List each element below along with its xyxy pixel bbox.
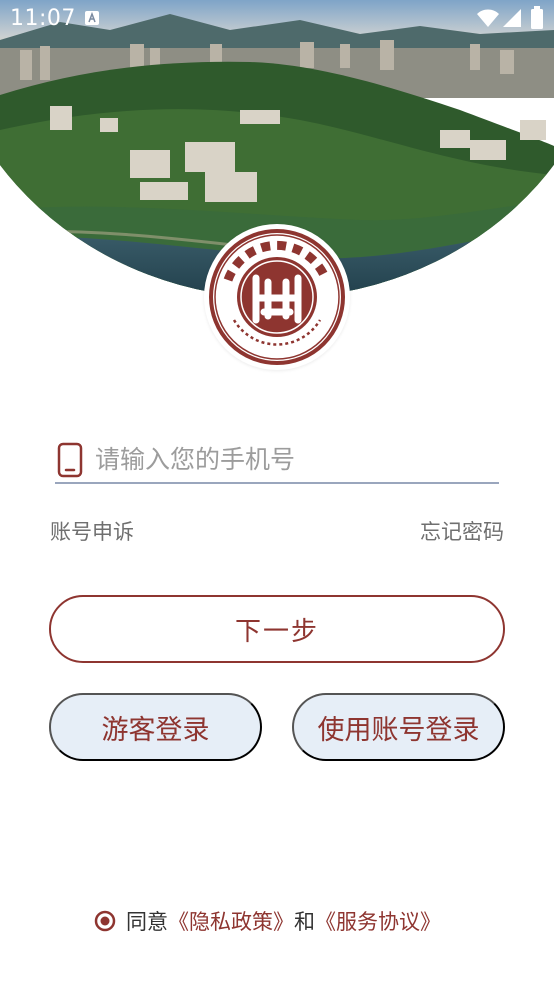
seal-icon (209, 229, 345, 365)
forgot-password-link[interactable]: 忘记密码 (420, 516, 504, 546)
guest-login-button[interactable]: 游客登录 (49, 693, 262, 761)
privacy-policy-link[interactable]: 《隐私政策》 (168, 906, 294, 936)
next-step-button[interactable]: 下一步 (49, 595, 505, 663)
agreement-row: 同意 《隐私政策》 和 《服务协议》 (94, 906, 441, 936)
wifi-icon (477, 9, 499, 27)
service-agreement-link[interactable]: 《服务协议》 (315, 906, 441, 936)
university-logo (204, 224, 350, 370)
radio-checked-icon[interactable] (94, 910, 116, 932)
notification-icon (85, 11, 99, 25)
account-login-button[interactable]: 使用账号登录 (292, 693, 505, 761)
phone-input-row (55, 436, 499, 484)
agreement-prefix: 同意 (126, 910, 168, 934)
phone-icon (57, 442, 83, 478)
agreement-conjunction: 和 (294, 910, 315, 934)
status-time: 11:07 (10, 6, 76, 31)
status-bar: 11:07 (0, 0, 554, 38)
battery-icon (531, 6, 543, 29)
signal-icon (503, 9, 521, 27)
phone-input[interactable] (95, 438, 495, 480)
account-appeal-link[interactable]: 账号申诉 (50, 516, 134, 546)
